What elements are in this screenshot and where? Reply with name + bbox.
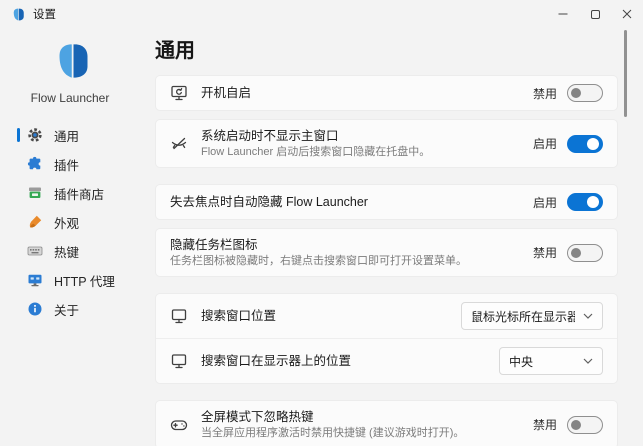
selection-indicator [17,215,20,229]
selection-indicator [17,157,20,171]
page-title: 通用 [155,34,618,63]
toggle-status-label: 禁用 [533,85,557,102]
monitor-icon [170,352,188,370]
titlebar: 设置 [0,0,643,28]
sidebar-item-http-proxy[interactable]: HTTP 代理 [0,267,140,293]
minimize-button[interactable] [547,0,579,28]
setting-subtitle: 任务栏图标被隐藏时，右键点击搜索窗口即可打开设置菜单。 [170,254,467,268]
app-name: Flow Launcher [0,91,140,105]
info-circle-icon [27,301,43,317]
toggle-status-label: 启用 [533,194,557,211]
setting-title: 搜索窗口位置 [201,308,276,324]
keyboard-icon [27,243,43,259]
sidebar-item-label: 插件商店 [54,184,104,203]
sidebar-item-plugins[interactable]: 插件 [0,151,140,177]
sidebar-menu: 通用 插件 插件商店 [0,122,140,322]
selection-indicator [17,273,20,287]
settings-panel: 通用 开机自启 禁用 [140,28,643,446]
sidebar-item-appearance[interactable]: 外观 [0,209,140,235]
selection-indicator [17,186,20,200]
sidebar-item-about[interactable]: 关于 [0,296,140,322]
toggle-status-label: 禁用 [533,416,557,433]
close-button[interactable] [611,0,643,28]
setting-title: 失去焦点时自动隐藏 Flow Launcher [170,194,368,210]
window-title: 设置 [33,6,56,22]
setting-card-ignore-fullscreen: 全屏模式下忽略热键 当全屏应用程序激活时禁用快捷键 (建议游戏时打开)。 禁用 [155,400,618,446]
toggle-knob [571,88,581,98]
sidebar-item-label: 插件 [54,155,79,174]
gamepad-icon [170,416,188,434]
scrollbar-thumb[interactable] [624,30,627,117]
toggle-knob [571,248,581,258]
sidebar-item-general[interactable]: 通用 [0,122,140,148]
puzzle-piece-icon [27,156,43,172]
monitor-restart-icon [170,84,188,102]
sidebar-item-hotkeys[interactable]: 热键 [0,238,140,264]
chevron-down-icon [583,313,593,319]
paint-brush-icon [27,214,43,230]
sidebar-item-label: 外观 [54,213,79,232]
hide-on-startup-toggle[interactable] [567,135,603,153]
setting-card-autostart: 开机自启 禁用 [155,75,618,111]
storefront-icon [27,185,43,201]
setting-subtitle: 当全屏应用程序激活时禁用快捷键 (建议游戏时打开)。 [201,426,464,440]
selection-indicator [17,128,20,142]
sidebar-item-label: 热键 [54,242,79,261]
setting-title: 系统启动时不显示主窗口 [201,128,430,144]
maximize-button[interactable] [579,0,611,28]
sidebar-item-plugin-store[interactable]: 插件商店 [0,180,140,206]
hide-tray-icon-toggle[interactable] [567,244,603,262]
toggle-status-label: 禁用 [533,244,557,261]
setting-card-search-window: 搜索窗口位置 鼠标光标所在显示器 [155,293,618,384]
search-window-position-dropdown[interactable]: 中央 [499,347,603,375]
autostart-toggle[interactable] [567,84,603,102]
setting-title: 开机自启 [201,85,251,101]
hide-on-focus-lost-toggle[interactable] [567,193,603,211]
network-monitor-icon [27,272,43,288]
setting-subtitle: Flow Launcher 启动后搜索窗口隐藏在托盘中。 [201,145,430,159]
chevron-down-icon [583,358,593,364]
toggle-knob [587,196,599,208]
toggle-knob [587,138,599,150]
toggle-status-label: 启用 [533,135,557,152]
setting-card-hide-tray-icon: 隐藏任务栏图标 任务栏图标被隐藏时，右键点击搜索窗口即可打开设置菜单。 禁用 [155,228,618,277]
setting-title: 隐藏任务栏图标 [170,237,467,253]
toggle-knob [571,420,581,430]
selection-indicator [17,244,20,258]
ignore-fullscreen-toggle[interactable] [567,416,603,434]
flow-launcher-logo-icon [10,7,25,22]
flow-launcher-logo-icon [49,40,91,82]
dropdown-value: 中央 [509,353,575,370]
gear-icon [27,127,43,143]
monitor-icon [170,307,188,325]
setting-card-hide-on-startup: 系统启动时不显示主窗口 Flow Launcher 启动后搜索窗口隐藏在托盘中。… [155,119,618,168]
sidebar: Flow Launcher 通用 插件 [0,28,140,446]
setting-title: 全屏模式下忽略热键 [201,409,464,425]
selection-indicator [17,302,20,316]
dropdown-value: 鼠标光标所在显示器 [471,308,575,325]
eye-off-icon [170,135,188,153]
sidebar-item-label: 通用 [54,126,79,145]
search-window-screen-dropdown[interactable]: 鼠标光标所在显示器 [461,302,603,330]
sidebar-item-label: 关于 [54,300,79,319]
sidebar-item-label: HTTP 代理 [54,271,115,290]
setting-card-hide-on-focus-lost: 失去焦点时自动隐藏 Flow Launcher 启用 [155,184,618,220]
setting-title: 搜索窗口在显示器上的位置 [201,353,351,369]
